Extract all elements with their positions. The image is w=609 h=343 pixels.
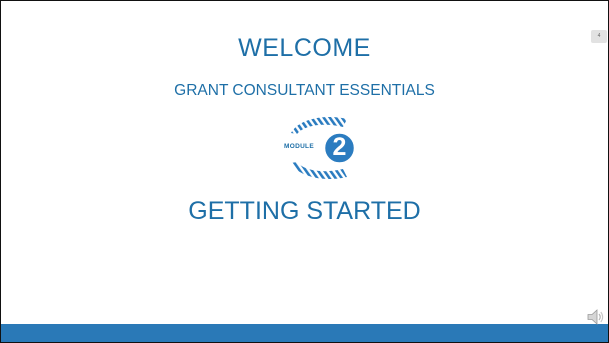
presentation-slide: WELCOME GRANT CONSULTANT ESSENTIALS MODU… [0, 0, 609, 343]
module-number: 2 [332, 133, 347, 161]
module-badge-icon: MODULE 2 [283, 114, 358, 182]
page-number-badge: 4 [591, 30, 607, 43]
slide-subtitle: GRANT CONSULTANT ESSENTIALS [174, 82, 435, 99]
footer-bar [1, 324, 608, 342]
module-label: MODULE [284, 143, 314, 150]
section-heading: GETTING STARTED [188, 197, 421, 225]
speaker-icon[interactable] [585, 307, 605, 327]
slide-title: WELCOME [238, 34, 371, 62]
speaker-icon-graphic [587, 309, 604, 325]
